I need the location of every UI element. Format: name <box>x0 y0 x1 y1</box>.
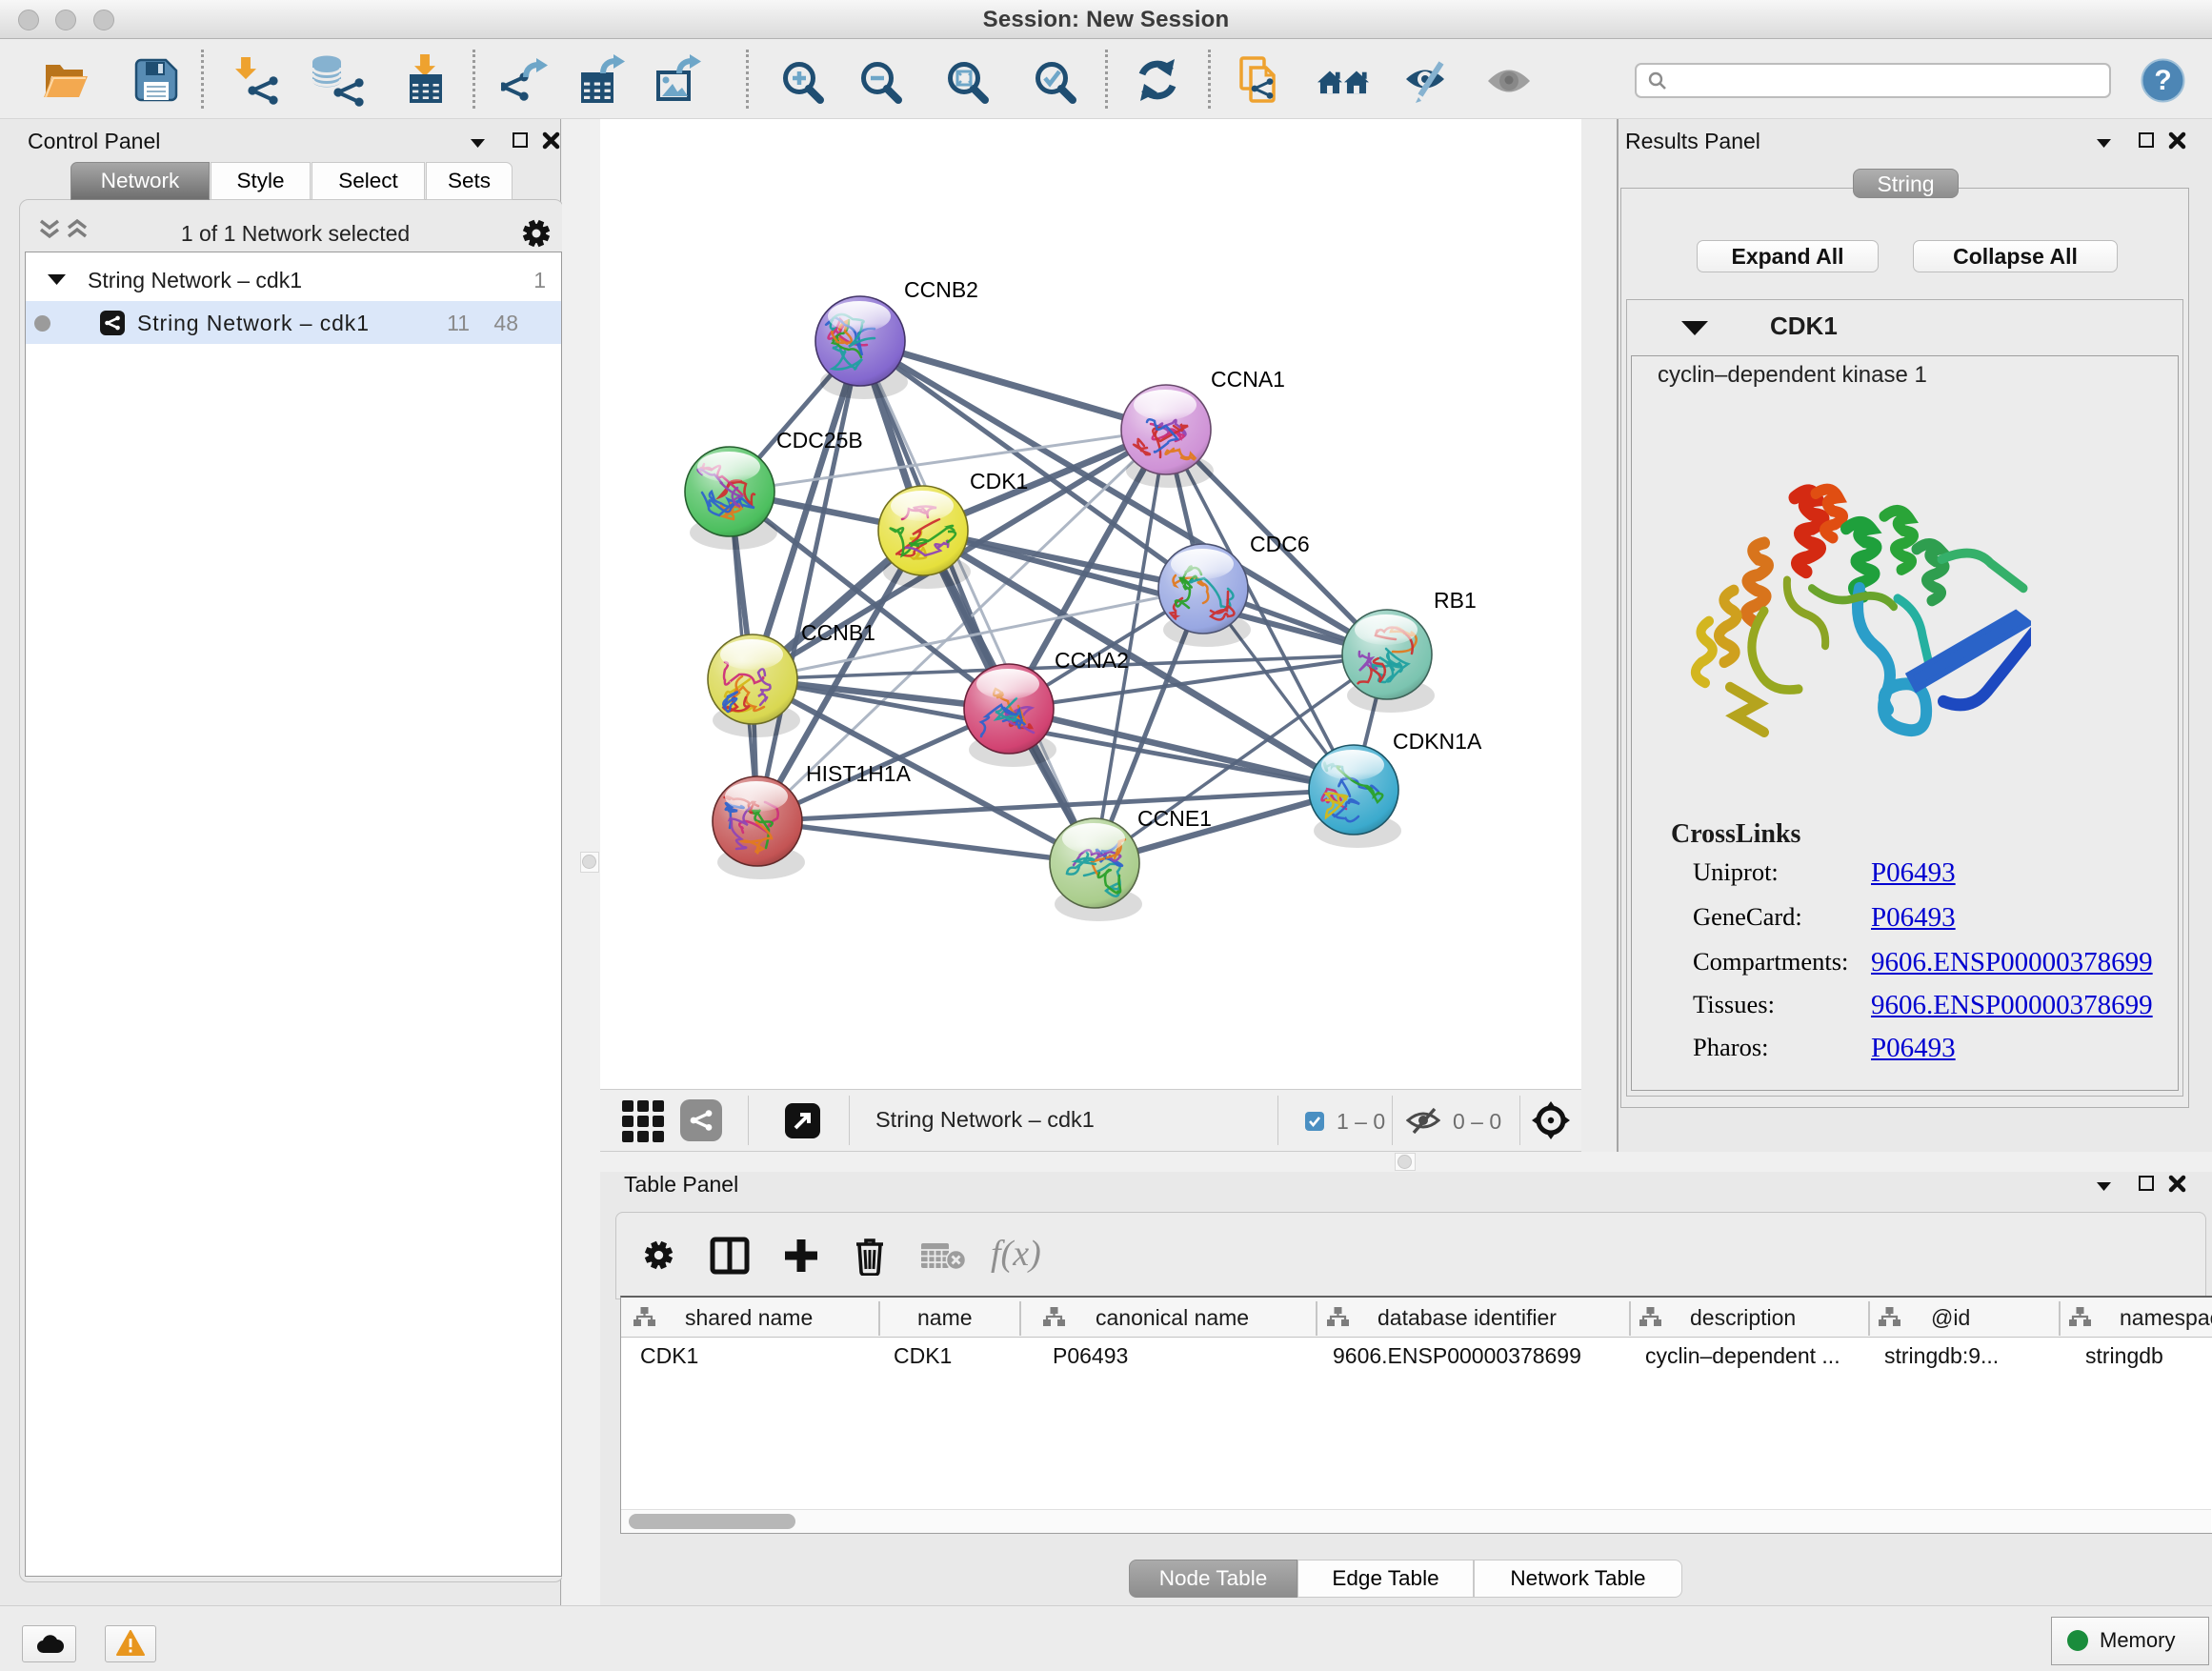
svg-text:RB1: RB1 <box>1434 588 1477 613</box>
svg-text:CCNA1: CCNA1 <box>1211 367 1285 392</box>
svg-text:CCNB1: CCNB1 <box>801 620 875 645</box>
svg-text:CCNE1: CCNE1 <box>1137 806 1212 831</box>
svg-text:CDC6: CDC6 <box>1250 532 1310 556</box>
svg-text:CDK1: CDK1 <box>970 469 1028 493</box>
svg-text:HIST1H1A: HIST1H1A <box>806 761 912 786</box>
svg-text:CDC25B: CDC25B <box>776 428 863 453</box>
svg-text:?: ? <box>2154 65 2171 96</box>
svg-text:CDKN1A: CDKN1A <box>1393 729 1482 754</box>
svg-text:CCNB2: CCNB2 <box>904 277 978 302</box>
svg-text:CCNA2: CCNA2 <box>1055 648 1129 673</box>
